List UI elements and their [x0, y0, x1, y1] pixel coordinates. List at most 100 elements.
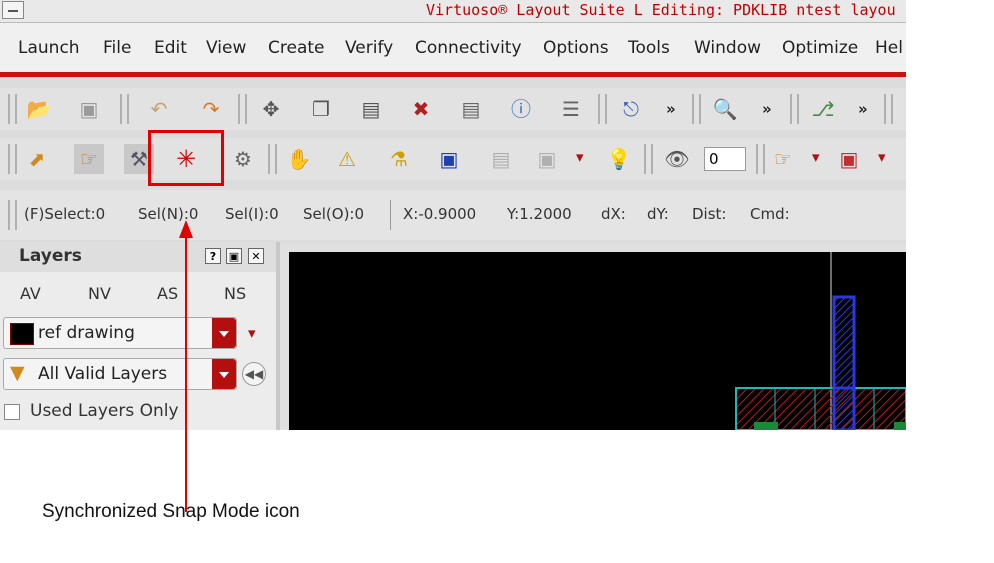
toolbar-grip[interactable] — [790, 94, 799, 124]
properties-icon[interactable]: ⓘ — [506, 94, 536, 124]
distance: Dist: — [692, 205, 727, 223]
align-icon[interactable]: ☰ — [556, 94, 586, 124]
tab-ns[interactable]: NS — [224, 284, 246, 303]
float-icon[interactable]: ▣ — [226, 248, 242, 264]
menu-optimize[interactable]: Optimize — [782, 38, 858, 58]
menu-divider — [0, 72, 906, 77]
annotation-caption: Synchronized Snap Mode icon — [42, 501, 300, 522]
menu-tools[interactable]: Tools — [628, 38, 670, 58]
select-count: (F)Select:0 — [24, 205, 106, 223]
hierarchy-icon[interactable]: ⎋ — [616, 94, 646, 124]
toolbar-grip[interactable] — [644, 144, 653, 174]
layer-dropdown-button[interactable] — [212, 318, 236, 348]
add-via-icon[interactable]: ▣ — [434, 144, 464, 174]
cursor-y: Y:1.2000 — [507, 205, 572, 223]
more-tools-chevron[interactable]: » — [666, 100, 676, 118]
menu-connectivity[interactable]: Connectivity — [415, 38, 522, 58]
rewind-icon[interactable]: ◀◀ — [242, 362, 266, 386]
virtuoso-window: Virtuoso® Layout Suite L Editing: PDKLIB… — [0, 0, 906, 430]
tab-as[interactable]: AS — [157, 284, 178, 303]
layers-panel-header: Layers ? ▣ ✕ — [0, 242, 276, 272]
menu-file[interactable]: File — [103, 38, 131, 58]
cursor-x: X:-0.9000 — [403, 205, 477, 223]
probe-icon[interactable]: ☞ — [768, 144, 798, 174]
layer-swatch-icon — [10, 323, 34, 345]
toolbar-grip[interactable] — [598, 94, 607, 124]
toolbar-grip[interactable] — [8, 200, 17, 230]
reshape-icon[interactable]: ▤ — [456, 94, 486, 124]
contact-shape — [894, 422, 906, 430]
marker-dropdown[interactable]: ▾ — [878, 148, 886, 166]
layer-filter-select[interactable]: ▼ All Valid Layers — [3, 358, 237, 390]
connectivity-icon[interactable]: ⎇ — [808, 94, 838, 124]
help-icon[interactable]: ? — [205, 248, 221, 264]
redo-icon[interactable]: ↷ — [196, 94, 226, 124]
stretch-select-icon[interactable]: ☞ — [74, 144, 104, 174]
more-zoom-chevron[interactable]: » — [762, 100, 772, 118]
window-title: Virtuoso® Layout Suite L Editing: PDKLIB… — [426, 1, 896, 19]
toolbar-grip[interactable] — [692, 94, 701, 124]
create-instance-icon[interactable]: ▣ — [532, 144, 562, 174]
stop-level-field[interactable] — [704, 147, 746, 171]
menu-view[interactable]: View — [206, 38, 246, 58]
layer-menu-arrow[interactable]: ▾ — [248, 324, 256, 342]
current-layer-value: ref drawing — [38, 323, 135, 343]
undo-icon[interactable]: ↶ — [144, 94, 174, 124]
poly-shape — [832, 295, 856, 430]
delta-y: dY: — [647, 205, 669, 223]
layout-shapes — [735, 252, 906, 430]
flask-icon[interactable]: ⚗ — [384, 144, 414, 174]
open-folder-icon[interactable]: 📂 — [24, 94, 54, 124]
close-icon[interactable]: ✕ — [248, 248, 264, 264]
command: Cmd: — [750, 205, 790, 223]
delta-x: dX: — [601, 205, 626, 223]
toolbar-grip[interactable] — [8, 144, 17, 174]
select-instance-count: Sel(I):0 — [225, 205, 279, 223]
tab-av[interactable]: AV — [20, 284, 41, 303]
stretch-icon[interactable]: ▤ — [356, 94, 386, 124]
annotation-arrow-line — [185, 230, 187, 512]
layout-canvas[interactable] — [289, 252, 906, 430]
highlight-box — [148, 130, 224, 186]
delete-icon[interactable]: ✖ — [406, 94, 436, 124]
toolbar-grip[interactable] — [8, 94, 17, 124]
used-layers-label: Used Layers Only — [30, 401, 179, 421]
window-menu-button[interactable] — [2, 1, 24, 19]
bulb-icon[interactable]: 💡 — [604, 144, 634, 174]
filter-dropdown-button[interactable] — [212, 359, 236, 389]
menu-launch[interactable]: Launch — [18, 38, 80, 58]
layer-select[interactable]: ref drawing — [3, 317, 237, 349]
menu-options[interactable]: Options — [543, 38, 609, 58]
used-layers-checkbox[interactable] — [4, 404, 20, 420]
menu-edit[interactable]: Edit — [154, 38, 187, 58]
menu-create[interactable]: Create — [268, 38, 325, 58]
stop-icon[interactable]: ✋ — [284, 144, 314, 174]
instance-dropdown[interactable]: ▾ — [576, 148, 584, 166]
select-pointer-icon[interactable]: ⬈ — [22, 144, 52, 174]
toolbar-grip[interactable] — [756, 144, 765, 174]
status-divider — [390, 200, 391, 230]
zoom-icon[interactable]: 🔍 — [710, 94, 740, 124]
layer-filter-value: All Valid Layers — [38, 364, 168, 384]
more-connect-chevron[interactable]: » — [858, 100, 868, 118]
area-select-icon[interactable]: ⚙ — [228, 144, 258, 174]
copy-icon[interactable]: ❐ — [306, 94, 336, 124]
toolbar-row-1: 📂 ▣ ↶ ↷ ✥ ❐ ▤ ✖ ▤ ⓘ ☰ ⎋ » 🔍 » ⎇ » — [0, 88, 906, 130]
toolbar-grip[interactable] — [120, 94, 129, 124]
toolbar-grip[interactable] — [238, 94, 247, 124]
toolbar-grip[interactable] — [884, 94, 893, 124]
move-icon[interactable]: ✥ — [256, 94, 286, 124]
probe-dropdown[interactable]: ▾ — [812, 148, 820, 166]
menu-help[interactable]: Hel — [875, 38, 903, 58]
layers-panel-title: Layers — [19, 246, 82, 266]
path-icon[interactable]: ▤ — [486, 144, 516, 174]
menu-window[interactable]: Window — [694, 38, 761, 58]
menu-verify[interactable]: Verify — [345, 38, 393, 58]
toolbar-grip[interactable] — [268, 144, 277, 174]
warning-icon[interactable]: ⚠ — [332, 144, 362, 174]
tab-nv[interactable]: NV — [88, 284, 111, 303]
save-icon[interactable]: ▣ — [74, 94, 104, 124]
marker-icon[interactable]: ▣ — [834, 144, 864, 174]
layers-panel: Layers ? ▣ ✕ AV NV AS NS ref drawing ▾ ▼… — [0, 242, 280, 430]
visibility-icon[interactable]: 👁 — [662, 144, 692, 174]
